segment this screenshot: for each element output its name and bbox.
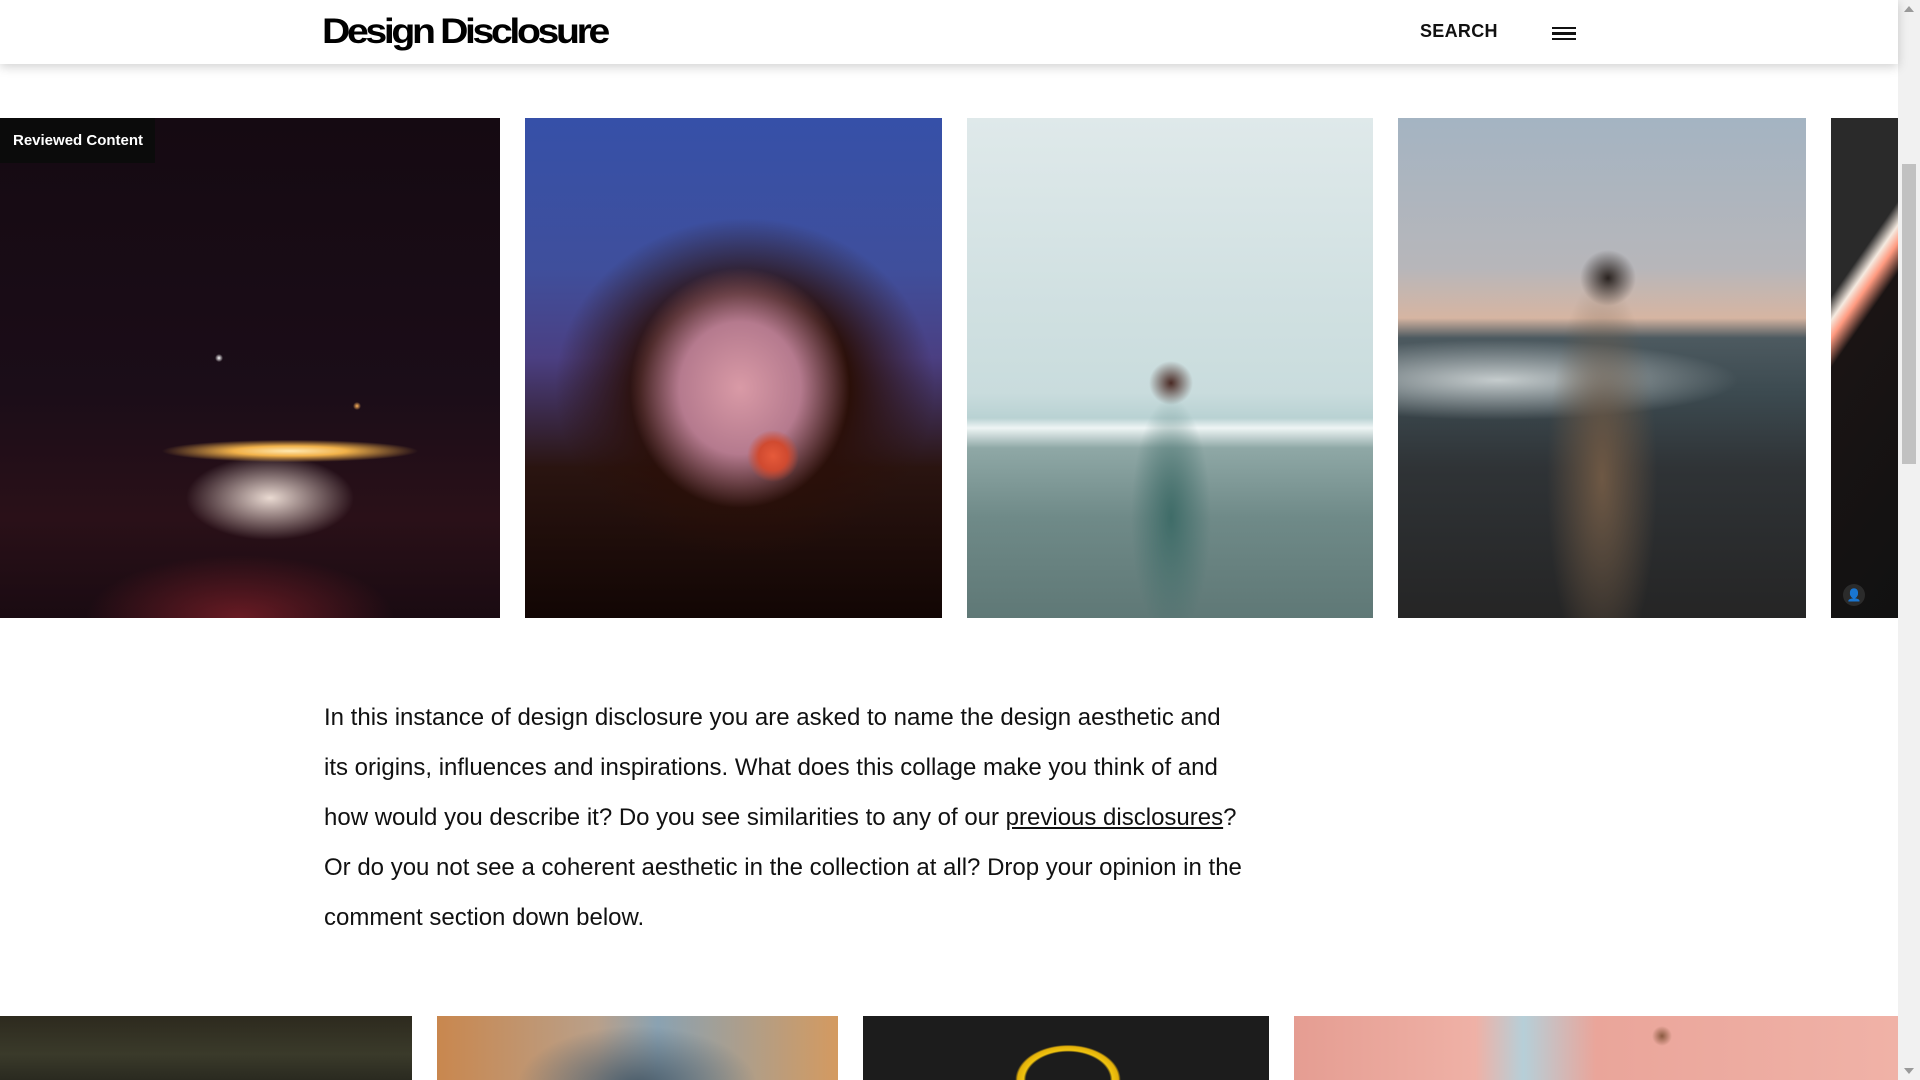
gallery-image-sea-woman[interactable] (1398, 118, 1806, 618)
gallery-image-neon[interactable]: 👤 (1831, 118, 1898, 618)
gallery-image-gas-station[interactable]: Reviewed Content (0, 118, 500, 618)
reviewed-content-badge: Reviewed Content (0, 118, 156, 163)
bottom-image-3[interactable] (863, 1016, 1269, 1080)
gallery-image-mirror[interactable] (525, 118, 942, 618)
bottom-image-1[interactable] (0, 1016, 412, 1080)
article-paragraph: In this instance of design disclosure yo… (324, 693, 1244, 943)
scroll-down-icon[interactable] (1904, 1068, 1914, 1074)
bottom-image-2[interactable] (437, 1016, 838, 1080)
scrollbar-thumb[interactable] (1902, 164, 1916, 464)
site-header: Design Disclosure SEARCH (0, 0, 1898, 64)
hamburger-menu-icon[interactable] (1552, 22, 1576, 42)
site-logo[interactable]: Design Disclosure (322, 12, 610, 52)
article-body: In this instance of design disclosure yo… (324, 693, 1244, 943)
user-icon[interactable]: 👤 (1843, 584, 1865, 606)
search-button[interactable]: SEARCH (1420, 21, 1498, 42)
page-scrollbar[interactable] (1898, 0, 1920, 1080)
scroll-up-icon[interactable] (1904, 6, 1914, 12)
bottom-image-4[interactable] (1294, 1016, 1898, 1080)
gallery-image-beach-woman[interactable] (967, 118, 1373, 618)
previous-disclosures-link[interactable]: previous disclosures (1006, 804, 1223, 831)
